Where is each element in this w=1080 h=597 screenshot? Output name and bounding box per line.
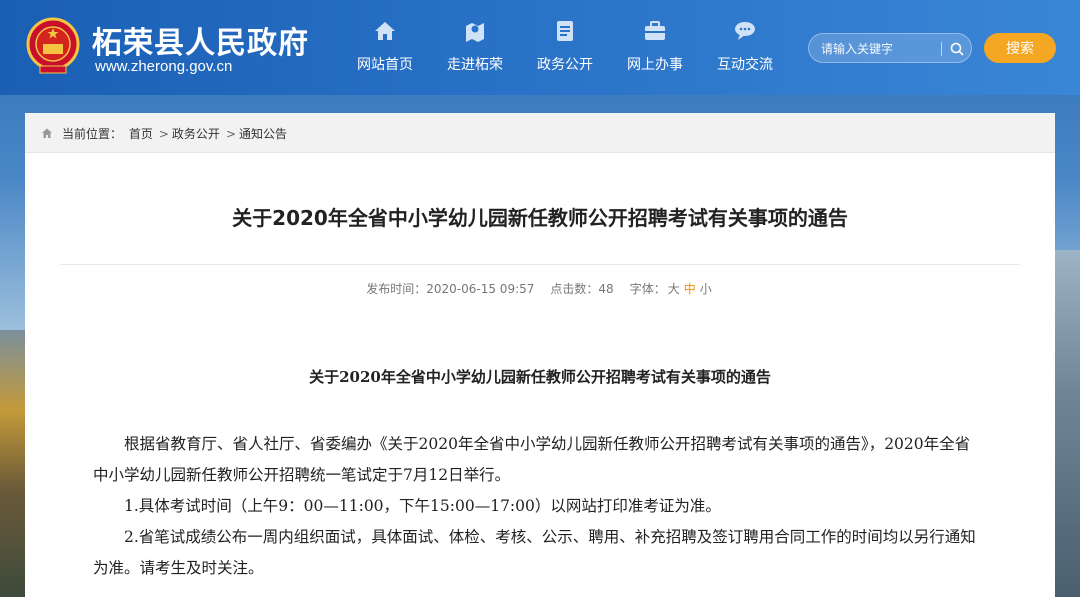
breadcrumb-prefix: 当前位置： bbox=[62, 127, 123, 141]
nav-item-interaction[interactable]: 互动交流 bbox=[700, 18, 790, 78]
briefcase-icon bbox=[645, 21, 665, 40]
font-size-label: 字体： bbox=[629, 282, 666, 296]
nav-label: 网上办事 bbox=[627, 57, 683, 73]
home-icon bbox=[42, 128, 52, 138]
home-icon bbox=[375, 22, 395, 40]
nav-label: 政务公开 bbox=[537, 57, 593, 73]
click-count-label: 点击数： bbox=[550, 282, 599, 296]
nav-item-about[interactable]: 走进柘荣 bbox=[430, 18, 520, 78]
nav-label: 互动交流 bbox=[717, 57, 773, 73]
font-size-medium[interactable]: 中 bbox=[684, 282, 696, 296]
search-button[interactable]: 搜索 bbox=[984, 33, 1056, 63]
breadcrumb-notices-link[interactable]: 通知公告 bbox=[239, 127, 287, 141]
breadcrumb-gov-affairs-link[interactable]: 政务公开 bbox=[172, 127, 220, 141]
page-title: 关于2020年全省中小学幼儿园新任教师公开招聘考试有关事项的通告 bbox=[232, 206, 848, 230]
nav-item-online-services[interactable]: 网上办事 bbox=[610, 18, 700, 78]
search-input[interactable] bbox=[821, 39, 939, 59]
national-emblem-icon bbox=[26, 17, 80, 74]
search-divider bbox=[941, 42, 942, 56]
publish-time: 2020-06-15 09:57 bbox=[426, 282, 535, 296]
publish-time-label: 发布时间： bbox=[366, 282, 427, 296]
content-title: 关于2020年全省中小学幼儿园新任教师公开招聘考试有关事项的通告 bbox=[309, 368, 771, 386]
map-pin-icon bbox=[466, 23, 484, 42]
chat-icon bbox=[735, 22, 755, 40]
breadcrumb-trail: 当前位置： 首页 > 政务公开 > 通知公告 bbox=[62, 125, 290, 142]
document-icon bbox=[557, 21, 573, 41]
article-meta: 发布时间：2020-06-15 09:57 点击数：48 字体：大中小 bbox=[25, 280, 1055, 297]
breadcrumb: 当前位置： 首页 > 政务公开 > 通知公告 bbox=[25, 113, 1055, 153]
main-nav: 网站首页 走进柘荣 政务公开 网上办事 互动交流 bbox=[340, 18, 790, 78]
breadcrumb-separator: > bbox=[225, 127, 236, 141]
background-scenery-right bbox=[1054, 250, 1080, 597]
site-url: www.zherong.gov.cn bbox=[95, 58, 233, 75]
background-scenery-left bbox=[0, 330, 26, 597]
click-count: 48 bbox=[598, 282, 614, 296]
search-box bbox=[808, 33, 972, 63]
nav-item-home[interactable]: 网站首页 bbox=[340, 18, 430, 78]
title-divider bbox=[60, 264, 1020, 265]
nav-label: 网站首页 bbox=[357, 57, 413, 73]
font-size-small[interactable]: 小 bbox=[700, 282, 712, 296]
breadcrumb-separator: > bbox=[158, 127, 169, 141]
nav-label: 走进柘荣 bbox=[447, 57, 503, 73]
nav-item-gov-affairs[interactable]: 政务公开 bbox=[520, 18, 610, 78]
body-paragraph: 根据省教育厅、省人社厅、省委编办《关于2020年全省中小学幼儿园新任教师公开招聘… bbox=[93, 435, 971, 484]
breadcrumb-home-link[interactable]: 首页 bbox=[129, 127, 153, 141]
site-header: 柘荣县人民政府 www.zherong.gov.cn 网站首页 走进柘荣 政务公… bbox=[0, 0, 1080, 95]
search-icon[interactable] bbox=[949, 41, 965, 57]
font-size-large[interactable]: 大 bbox=[668, 282, 680, 296]
body-paragraph: 1.具体考试时间（上午9：00—11:00，下午15:00—17:00）以网站打… bbox=[124, 497, 721, 515]
body-paragraph: 2.省笔试成绩公布一周内组织面试，具体面试、体检、考核、公示、聘用、补充招聘及签… bbox=[93, 528, 976, 577]
site-title: 柘荣县人民政府 bbox=[92, 26, 309, 61]
article-body: 根据省教育厅、省人社厅、省委编办《关于2020年全省中小学幼儿园新任教师公开招聘… bbox=[93, 429, 985, 584]
article-panel: 当前位置： 首页 > 政务公开 > 通知公告 关于2020年全省中小学幼儿园新任教师公开… bbox=[25, 113, 1055, 597]
